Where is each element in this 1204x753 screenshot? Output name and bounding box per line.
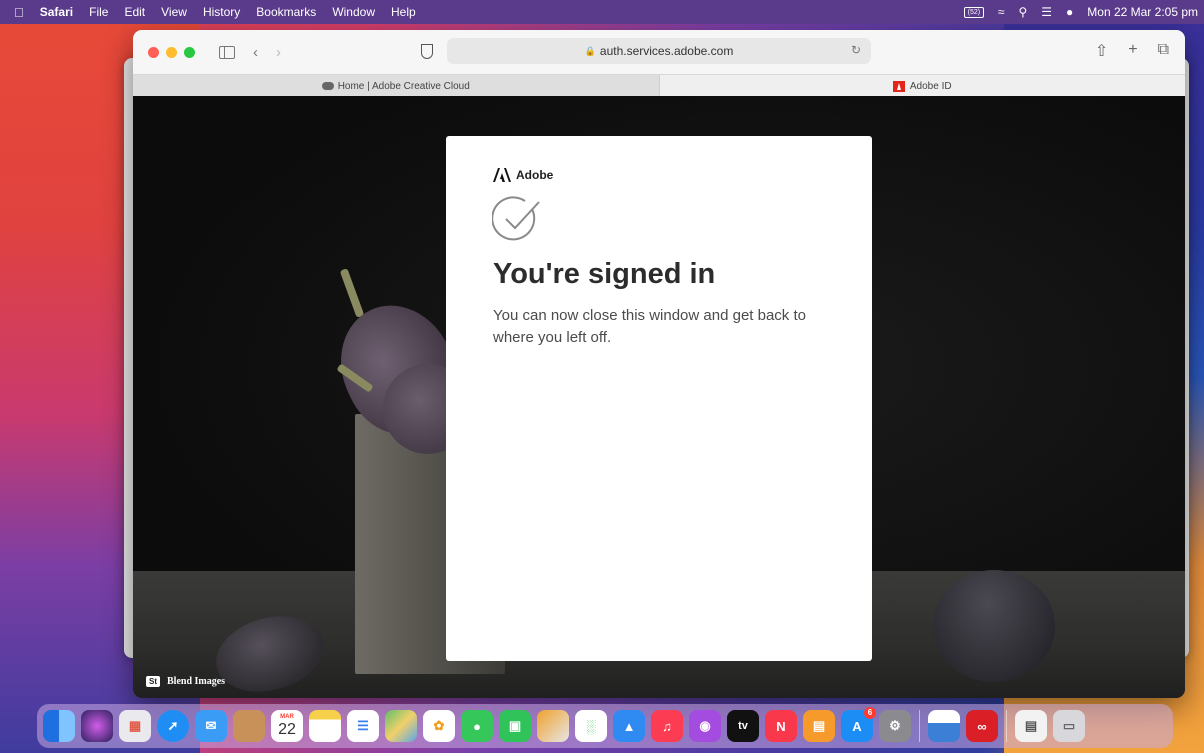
menu-view[interactable]: View (161, 5, 187, 19)
adobe-logo-icon (493, 168, 511, 182)
adobe-brand: Adobe (493, 168, 553, 182)
tab-creative-cloud[interactable]: Home | Adobe Creative Cloud (133, 75, 660, 97)
reload-icon[interactable]: ↻ (851, 43, 861, 57)
app-store-icon[interactable]: A6 (841, 707, 876, 742)
photo-credit: St Blend Images (146, 676, 225, 687)
news-icon[interactable]: N (765, 710, 797, 742)
close-window-button[interactable] (148, 46, 159, 58)
lock-icon: 🔒 (584, 45, 596, 56)
address-url: auth.services.adobe.com (599, 44, 734, 58)
reminders-icon[interactable]: ☰ (347, 710, 379, 742)
control-center-icon[interactable]: ☰ (1041, 5, 1052, 19)
menu-window[interactable]: Window (332, 5, 375, 19)
sidebar-toggle-icon[interactable] (219, 45, 235, 59)
creative-cloud-icon (321, 82, 334, 90)
dock: ▦ ➚ ✉ MAR 22 ☰ ✿ ● ▣ ░ ▲ ♫ ◉ tv N ▤ A6 ⚙… (37, 704, 1173, 748)
mail-icon[interactable]: ✉ (195, 710, 227, 742)
creative-cloud-dock-icon[interactable]: ∞ (966, 710, 998, 742)
maps-icon[interactable] (385, 710, 417, 742)
menu-app-safari[interactable]: Safari (40, 5, 73, 19)
tab-bar: Home | Adobe Creative Cloud Adobe ID (133, 74, 1185, 98)
privacy-shield-icon[interactable] (421, 44, 433, 59)
launchpad-icon[interactable]: ▦ (119, 710, 151, 742)
brand-name: Adobe (516, 168, 554, 182)
menu-bar:  Safari File Edit View History Bookmark… (0, 0, 1204, 24)
tab-label: Adobe ID (909, 80, 952, 92)
signin-card: Adobe You're signed in You can now close… (446, 136, 872, 661)
finder-icon[interactable] (43, 710, 75, 742)
tab-overview-icon[interactable]: ⧉ (1158, 41, 1169, 61)
adobe-icon (892, 80, 905, 92)
trash-icon[interactable]: ▭ (1053, 710, 1085, 742)
page-title: You're signed in (493, 258, 716, 290)
menu-bookmarks[interactable]: Bookmarks (256, 5, 316, 19)
browser-toolbar: ‹ › 🔒 auth.services.adobe.com ↻ ⇧ + ⧉ (133, 30, 1185, 74)
battery-icon[interactable]: (52) (963, 6, 984, 18)
apple-menu-icon[interactable]:  (14, 5, 24, 20)
safari-window: ‹ › 🔒 auth.services.adobe.com ↻ ⇧ + ⧉ Ho… (133, 30, 1185, 698)
calendar-month: MAR (280, 713, 294, 720)
zoom-window-button[interactable] (184, 46, 195, 58)
contacts-icon[interactable] (233, 710, 265, 742)
dock-separator (919, 710, 920, 742)
window-controls (148, 46, 195, 58)
menu-help[interactable]: Help (391, 5, 416, 19)
documents-icon[interactable]: ▤ (1015, 710, 1047, 742)
podcasts-icon[interactable]: ◉ (689, 710, 721, 742)
siri-icon[interactable]: ● (1066, 5, 1073, 19)
dock-separator (1006, 710, 1007, 742)
books-icon[interactable]: ▤ (803, 710, 835, 742)
stock-badge: St (146, 676, 160, 687)
facetime-icon[interactable]: ▣ (499, 710, 531, 742)
messages-icon[interactable]: ● (461, 710, 493, 742)
calendar-icon[interactable]: MAR 22 (271, 710, 303, 742)
forward-button[interactable]: › (276, 44, 281, 61)
tv-icon[interactable]: tv (727, 710, 759, 742)
share-icon[interactable]: ⇧ (1095, 41, 1108, 61)
page-content: St Blend Images Adobe You're signed in Y… (133, 96, 1185, 698)
new-tab-icon[interactable]: + (1128, 41, 1137, 61)
minimize-window-button[interactable] (166, 46, 177, 58)
system-preferences-icon[interactable]: ⚙ (879, 710, 911, 742)
background-photo-fig (933, 570, 1055, 682)
photos-icon[interactable]: ✿ (423, 710, 455, 742)
keynote-icon[interactable]: ▲ (613, 710, 645, 742)
wifi-icon[interactable]: ≈ (998, 5, 1005, 19)
tv-label: tv (738, 720, 748, 732)
photo-credit-text: Blend Images (167, 676, 226, 687)
tab-label: Home | Adobe Creative Cloud (337, 80, 470, 92)
back-button[interactable]: ‹ (253, 44, 258, 61)
preview-icon[interactable] (928, 710, 960, 742)
pages-icon[interactable] (537, 710, 569, 742)
tab-adobe-id[interactable]: Adobe ID (659, 75, 1185, 97)
menu-clock[interactable]: Mon 22 Mar 2:05 pm (1087, 5, 1198, 19)
music-icon[interactable]: ♫ (651, 710, 683, 742)
checkmark-icon (492, 196, 540, 241)
address-bar[interactable]: 🔒 auth.services.adobe.com ↻ (447, 38, 871, 64)
fig-stem (339, 268, 365, 318)
safari-icon[interactable]: ➚ (157, 710, 189, 742)
menu-edit[interactable]: Edit (124, 5, 145, 19)
menu-history[interactable]: History (203, 5, 240, 19)
signin-message: You can now close this window and get ba… (493, 307, 806, 346)
numbers-icon[interactable]: ░ (575, 710, 607, 742)
notes-icon[interactable] (309, 710, 341, 742)
siri-icon[interactable] (81, 710, 113, 742)
calendar-day: 22 (278, 720, 296, 738)
menu-file[interactable]: File (89, 5, 108, 19)
spotlight-search-icon[interactable]: ⚲ (1018, 5, 1027, 19)
notification-badge: 6 (864, 707, 876, 719)
